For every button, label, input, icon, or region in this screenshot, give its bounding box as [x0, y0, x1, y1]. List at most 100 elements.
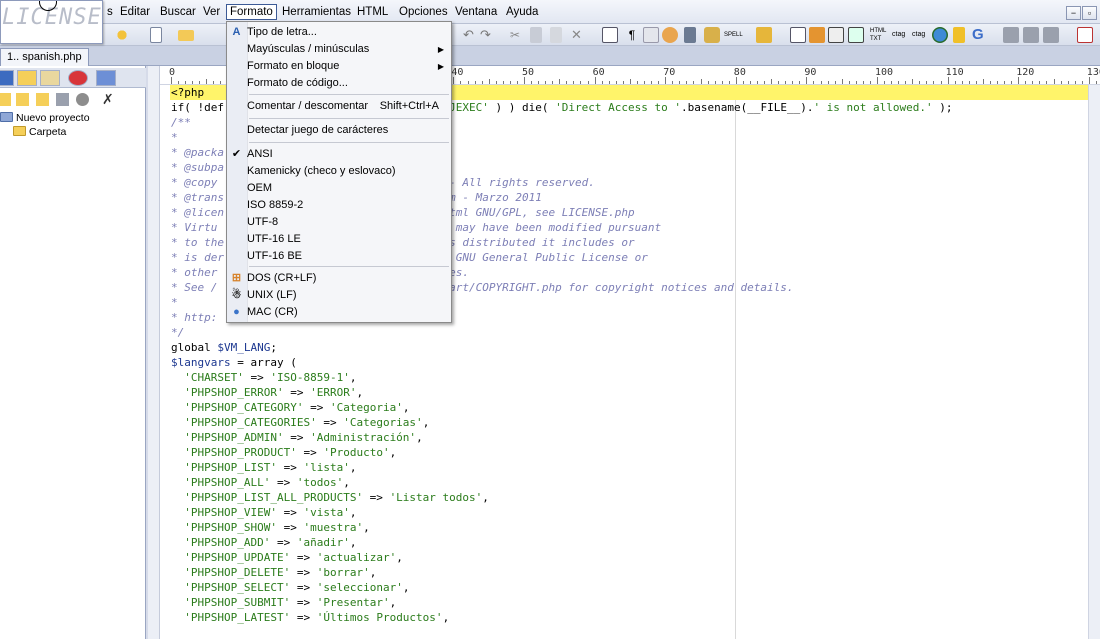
box-icon[interactable] [809, 27, 825, 43]
format-menu: A Tipo de letra... Mayúsculas / minúsculas… [226, 21, 452, 323]
menu-herramientas[interactable]: Herramientas [279, 4, 354, 20]
tag-alt-icon[interactable]: ctag [912, 27, 928, 43]
bookmark-icon[interactable] [684, 27, 696, 43]
code-token: ); [932, 101, 953, 114]
delete-icon[interactable]: ✕ [571, 27, 587, 43]
ruler-tick [813, 81, 815, 84]
format-menu-item[interactable]: Comentar / descomentar Shift+Ctrl+A [227, 98, 451, 115]
tab-favorites-icon[interactable] [68, 70, 88, 86]
ruler-tick [488, 79, 490, 84]
menu-ver[interactable]: Ver [200, 4, 223, 20]
wand-icon[interactable] [953, 27, 965, 43]
format-menu-item[interactable]: ⊞ DOS (CR+LF) [227, 270, 451, 287]
format-menu-item[interactable]: Formato en bloque ▶ [227, 58, 451, 75]
menu-ayuda[interactable]: Ayuda [503, 4, 541, 20]
undo-icon[interactable]: ↶ [463, 27, 479, 43]
new-project-icon[interactable] [0, 93, 11, 106]
code-token: * [171, 131, 178, 144]
format-menu-item[interactable]: UTF-16 BE [227, 248, 451, 265]
paste-icon[interactable] [550, 27, 562, 43]
menu-opciones[interactable]: Opciones [396, 4, 451, 20]
code-token: * http: [171, 311, 218, 324]
menu-separator [249, 118, 449, 119]
tab-folders-icon[interactable] [17, 70, 37, 86]
redo-icon[interactable]: ↷ [480, 27, 496, 43]
menu-archivo-partial[interactable]: s [104, 4, 116, 20]
open-folder-icon[interactable] [178, 30, 194, 41]
tree-item-project[interactable]: Nuevo proyecto [0, 111, 90, 125]
code-token: 'todos' [296, 476, 344, 489]
editor-gutter [148, 66, 160, 639]
new-folder-icon[interactable] [36, 93, 49, 106]
tools-icon[interactable]: ✗ [102, 92, 115, 106]
vertical-scrollbar[interactable] [1088, 85, 1100, 639]
format-menu-item[interactable]: Formato de código... [227, 75, 451, 92]
browser-globe-icon[interactable] [932, 27, 948, 43]
menu-item-label: MAC (CR) [247, 306, 298, 318]
format-menu-item[interactable]: Detectar juego de carácteres [227, 122, 451, 139]
menu-ventana[interactable]: Ventana [452, 4, 500, 20]
paragraph-icon[interactable]: ¶ [624, 27, 640, 43]
record-icon[interactable] [1077, 27, 1093, 43]
format-menu-item[interactable]: ● MAC (CR) [227, 304, 451, 321]
table-icon[interactable] [828, 27, 844, 43]
cut-icon[interactable]: ✂ [510, 27, 526, 43]
code-token: global [171, 341, 218, 354]
lock-icon[interactable] [704, 27, 720, 43]
grid-icon[interactable] [643, 27, 659, 43]
hash-table-icon[interactable] [848, 27, 864, 43]
tab-ftp-icon[interactable] [40, 70, 60, 86]
ruler-tick [622, 81, 624, 84]
pen-icon[interactable] [756, 27, 772, 43]
code-token: 'ERROR' [310, 386, 357, 399]
format-menu-item[interactable]: Mayúsculas / minúsculas ▶ [227, 41, 451, 58]
tab-spanish-php[interactable]: 1.. spanish.php [0, 48, 89, 66]
insert-icon[interactable] [790, 27, 806, 43]
menu-html[interactable]: HTML [354, 4, 391, 20]
ruler-tick [686, 81, 688, 84]
minimize-button[interactable]: − [1066, 6, 1081, 20]
code-token: * @licen [171, 206, 224, 219]
spell-check-icon[interactable]: SPELL [724, 27, 744, 43]
panel-bottom-icon[interactable] [1043, 27, 1059, 43]
remove-icon[interactable] [76, 93, 89, 106]
tag-icon[interactable]: ctag [892, 27, 908, 43]
code-token: 'PHPSHOP_UPDATE' [184, 551, 291, 564]
code-line: 'PHPSHOP_ALL' => 'todos', [171, 475, 1099, 490]
search-replace-icon[interactable] [662, 27, 678, 43]
settings-gear-icon[interactable] [114, 27, 130, 43]
tab-explorer-icon[interactable] [0, 70, 14, 86]
new-file-icon[interactable] [150, 27, 162, 43]
format-menu-item[interactable]: ISO 8859-2 [227, 197, 451, 214]
format-menu-item[interactable]: Kamenicky (checo y eslovaco) [227, 163, 451, 180]
list-icon[interactable] [602, 27, 618, 43]
menu-editar[interactable]: Editar [117, 4, 153, 20]
html-text-icon[interactable]: HTML TXT [870, 27, 890, 43]
format-menu-item[interactable]: ☃ UNIX (LF) [227, 287, 451, 304]
add-file-icon[interactable] [56, 93, 69, 106]
format-menu-item[interactable]: UTF-16 LE [227, 231, 451, 248]
ruler-tick [516, 81, 518, 84]
format-menu-item[interactable]: UTF-8 [227, 214, 451, 231]
tab-projects-icon[interactable] [96, 70, 116, 86]
google-icon[interactable]: G [972, 27, 988, 43]
code-token: * @subpa [171, 161, 224, 174]
menu-buscar[interactable]: Buscar [157, 4, 199, 20]
menu-formato[interactable]: Formato [226, 4, 277, 20]
code-token: => [316, 416, 344, 429]
copy-icon[interactable] [530, 27, 542, 43]
code-token: => [276, 521, 304, 534]
tree-item-folder[interactable]: Carpeta [13, 125, 66, 139]
open-project-icon[interactable] [16, 93, 29, 106]
format-menu-item[interactable]: OEM [227, 180, 451, 197]
panel-right-icon[interactable] [1023, 27, 1039, 43]
format-menu-item[interactable]: A Tipo de letra... [227, 24, 451, 41]
restore-button[interactable]: ▫ [1082, 6, 1097, 20]
format-menu-item[interactable]: ✔ ANSI [227, 146, 451, 163]
ruler-tick [806, 77, 808, 84]
document-tabs: 1.. spanish.php [0, 46, 1100, 66]
panel-left-icon[interactable] [1003, 27, 1019, 43]
